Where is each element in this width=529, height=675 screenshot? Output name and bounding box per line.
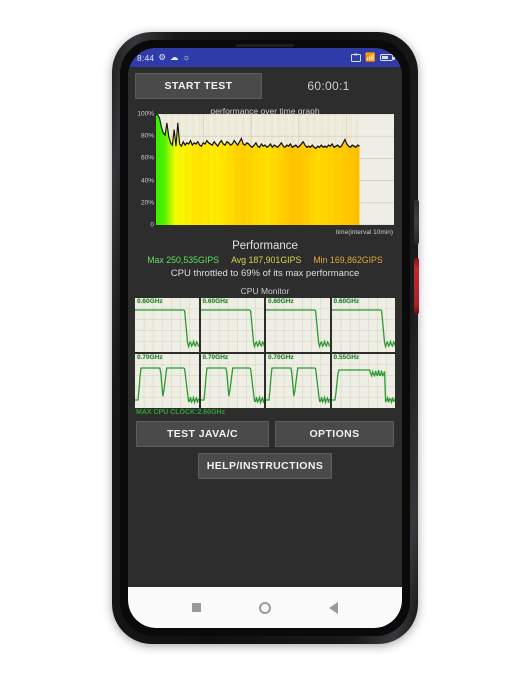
cpu-core-freq-label: 0.60GHz bbox=[268, 298, 294, 305]
lightbulb-icon: ☼ bbox=[182, 52, 191, 63]
settings-gear-icon: ⚙ bbox=[158, 52, 166, 63]
cpu-core-svg bbox=[135, 298, 199, 352]
cpu-core-cell: 0.60GHz bbox=[200, 298, 264, 352]
cpu-core-freq-label: 0.60GHz bbox=[137, 298, 163, 305]
chart-x-label: time(interval 10min) bbox=[335, 229, 393, 236]
options-button[interactable]: OPTIONS bbox=[275, 421, 394, 447]
performance-chart: performance over time graph 100% 80% 60% 40… bbox=[136, 105, 394, 236]
screenshot-root: 8:44 ⚙ ☁ ☼ 📶 START TEST 60:00:1 performa… bbox=[0, 0, 529, 675]
status-bar: 8:44 ⚙ ☁ ☼ 📶 bbox=[128, 48, 402, 67]
action-button-row: TEST JAVA/C OPTIONS bbox=[128, 416, 402, 447]
chart-y-tick: 20% bbox=[140, 199, 154, 207]
test-java-c-button[interactable]: TEST JAVA/C bbox=[136, 421, 269, 447]
max-gips-label: Max 250,535GIPS bbox=[147, 255, 220, 265]
cpu-core-cell: 0.55GHz bbox=[331, 354, 395, 408]
cpu-core-freq-label: 0.70GHz bbox=[202, 354, 229, 361]
cpu-core-cell: 0.70GHz bbox=[266, 354, 330, 408]
screenshot-icon bbox=[351, 52, 362, 62]
cpu-core-svg bbox=[331, 354, 395, 408]
app-content: START TEST 60:00:1 performance over time… bbox=[128, 67, 402, 587]
volume-button[interactable] bbox=[414, 200, 419, 244]
chart-y-tick: 0 bbox=[150, 221, 154, 229]
cpu-monitor-title: CPU Monitor bbox=[240, 286, 290, 296]
cloud-icon: ☁ bbox=[169, 52, 179, 63]
throttle-note: CPU throttled to 69% of its max performa… bbox=[170, 268, 360, 279]
cpu-core-svg bbox=[135, 354, 199, 408]
status-clock: 8:44 bbox=[137, 52, 155, 63]
chart-plot-area bbox=[156, 114, 394, 225]
power-button[interactable] bbox=[414, 258, 419, 314]
cpu-core-cell: 0.70GHz bbox=[135, 354, 199, 408]
cpu-core-svg bbox=[266, 298, 330, 352]
chart-svg bbox=[156, 114, 394, 225]
cpu-core-grid: 0.60GHz 0.60GHz 0.60GHz 0.60GHz 0.70GHz 0.70G… bbox=[135, 298, 395, 408]
chart-title: performance over time graph bbox=[210, 106, 320, 116]
recents-square-icon[interactable] bbox=[192, 603, 201, 612]
cpu-core-freq-label: 0.55GHz bbox=[333, 354, 360, 361]
min-gips-label: Min 169,862GIPS bbox=[313, 255, 383, 265]
back-triangle-icon[interactable] bbox=[329, 601, 338, 614]
cpu-core-svg bbox=[266, 354, 330, 408]
performance-heading: Performance bbox=[232, 240, 298, 252]
status-bar-right: 📶 bbox=[351, 52, 395, 63]
cpu-core-svg bbox=[200, 354, 264, 408]
status-bar-left: 8:44 ⚙ ☁ ☼ bbox=[137, 53, 351, 63]
phone-screen: 8:44 ⚙ ☁ ☼ 📶 START TEST 60:00:1 performa… bbox=[128, 48, 402, 628]
top-toolbar: START TEST 60:00:1 bbox=[128, 67, 402, 103]
earpiece-speaker bbox=[236, 44, 294, 47]
cpu-core-cell: 0.60GHz bbox=[331, 298, 395, 352]
cpu-core-freq-label: 0.60GHz bbox=[202, 298, 229, 305]
wifi-icon: 📶 bbox=[365, 52, 376, 63]
cpu-core-freq-label: 0.60GHz bbox=[333, 298, 360, 305]
chart-y-tick: 80% bbox=[140, 132, 154, 140]
avg-gips-label: Avg 187,901GIPS bbox=[231, 255, 302, 265]
cpu-core-freq-label: 0.70GHz bbox=[268, 354, 294, 361]
chart-y-tick: 60% bbox=[140, 154, 154, 162]
start-test-button[interactable]: START TEST bbox=[135, 73, 262, 99]
performance-stats: Max 250,535GIPS Avg 187,901GIPS Min 169,… bbox=[128, 255, 402, 265]
cpu-core-svg bbox=[200, 298, 264, 352]
cpu-core-svg bbox=[331, 298, 395, 352]
chart-y-axis: 100% 80% 60% 40% 20% 0 bbox=[136, 111, 156, 229]
chart-y-tick: 40% bbox=[140, 177, 154, 185]
android-nav-bar bbox=[128, 587, 402, 628]
test-timer: 60:00:1 bbox=[307, 79, 350, 93]
cpu-core-cell: 0.60GHz bbox=[266, 298, 330, 352]
cpu-core-freq-label: 0.70GHz bbox=[137, 354, 163, 361]
cpu-core-cell: 0.70GHz bbox=[200, 354, 264, 408]
help-instructions-button[interactable]: HELP/INSTRUCTIONS bbox=[198, 453, 332, 479]
cpu-core-cell: 0.60GHz bbox=[135, 298, 199, 352]
battery-icon bbox=[380, 53, 395, 62]
home-circle-icon[interactable] bbox=[259, 601, 271, 614]
max-cpu-clock-label: MAX CPU CLOCK:2.60GHz bbox=[136, 409, 226, 416]
help-button-row: HELP/INSTRUCTIONS bbox=[128, 447, 402, 479]
